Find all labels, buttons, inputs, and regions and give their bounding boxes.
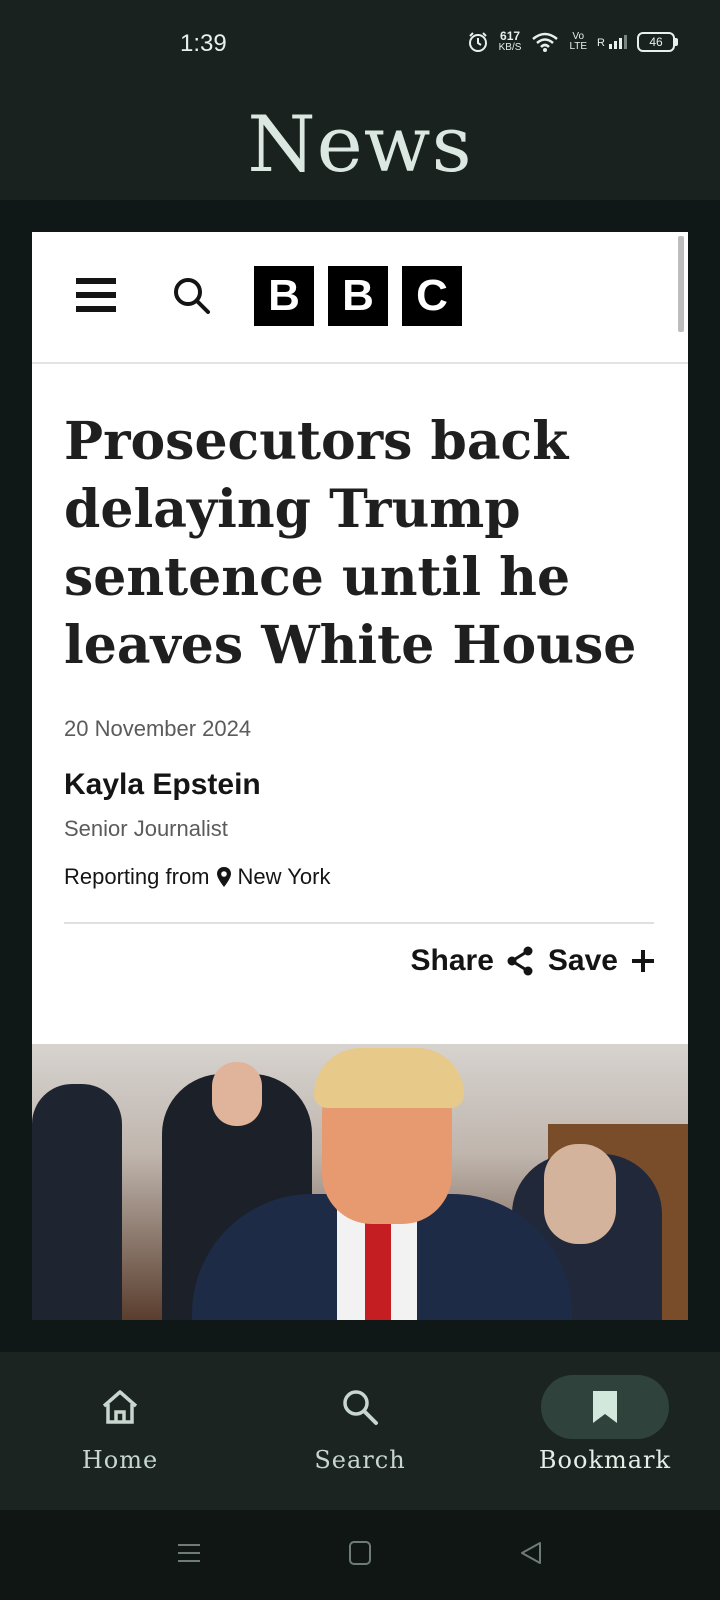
share-button[interactable]: Share bbox=[411, 944, 534, 978]
battery-indicator: 46 bbox=[637, 32, 678, 52]
site-header: B B C bbox=[32, 232, 688, 364]
share-label: Share bbox=[410, 944, 494, 977]
author-role: Senior Journalist bbox=[64, 816, 228, 841]
article-webview[interactable]: B B C Prosecutors back delaying Trump se… bbox=[32, 232, 688, 1320]
save-label: Save bbox=[547, 944, 618, 977]
recent-apps-icon[interactable] bbox=[176, 1540, 202, 1566]
byline-divider bbox=[64, 922, 654, 924]
bookmark-icon bbox=[593, 1391, 617, 1423]
network-speed: 617 KB/S bbox=[498, 29, 522, 53]
plus-icon bbox=[632, 950, 654, 972]
reporting-location: Reporting from New York bbox=[64, 864, 330, 890]
nav-label-bookmark: Bookmark bbox=[538, 1446, 672, 1474]
status-icons: 617 KB/S Vo LTE R 46 bbox=[467, 29, 678, 54]
share-icon bbox=[507, 946, 533, 976]
nav-item-search[interactable]: Search bbox=[240, 1374, 480, 1474]
wifi-icon bbox=[532, 32, 559, 52]
author-name[interactable]: Kayla Epstein bbox=[64, 768, 261, 802]
location-pin-icon bbox=[216, 867, 231, 887]
signal-indicator: R bbox=[597, 35, 627, 49]
bottom-navigation: Home Search Bookmark bbox=[0, 1352, 720, 1510]
status-bar: 1:39 617 KB/S Vo LTE R 46 bbox=[0, 0, 720, 90]
article-actions: Share Save bbox=[411, 944, 656, 978]
volte-indicator: Vo LTE bbox=[569, 31, 588, 52]
nav-label-search: Search bbox=[314, 1446, 406, 1474]
home-icon bbox=[102, 1390, 138, 1424]
reporting-prefix: Reporting from bbox=[64, 864, 210, 889]
search-icon[interactable] bbox=[172, 276, 212, 316]
nav-item-home[interactable]: Home bbox=[0, 1374, 240, 1474]
search-icon bbox=[343, 1390, 378, 1425]
system-navigation-bar bbox=[0, 1510, 720, 1600]
app-header: News bbox=[0, 90, 720, 200]
article-headline: Prosecutors back delaying Trump sentence… bbox=[64, 411, 637, 676]
save-button[interactable]: Save bbox=[548, 944, 656, 978]
nav-label-home: Home bbox=[81, 1446, 159, 1474]
home-button-icon[interactable] bbox=[348, 1540, 372, 1566]
article-hero-image[interactable] bbox=[32, 1044, 688, 1320]
article-date: 20 November 2024 bbox=[64, 716, 252, 741]
location-name: New York bbox=[237, 864, 331, 889]
logo-letter: C bbox=[402, 266, 462, 326]
app-title: News bbox=[247, 100, 473, 190]
status-time: 1:39 bbox=[180, 30, 227, 57]
back-icon[interactable] bbox=[518, 1540, 544, 1566]
bbc-logo[interactable]: B B C bbox=[254, 266, 462, 326]
alarm-icon bbox=[468, 32, 487, 52]
logo-letter: B bbox=[328, 266, 388, 326]
logo-letter: B bbox=[254, 266, 314, 326]
active-indicator bbox=[541, 1375, 669, 1439]
nav-item-bookmark[interactable]: Bookmark bbox=[485, 1374, 720, 1474]
menu-icon[interactable] bbox=[76, 278, 116, 312]
